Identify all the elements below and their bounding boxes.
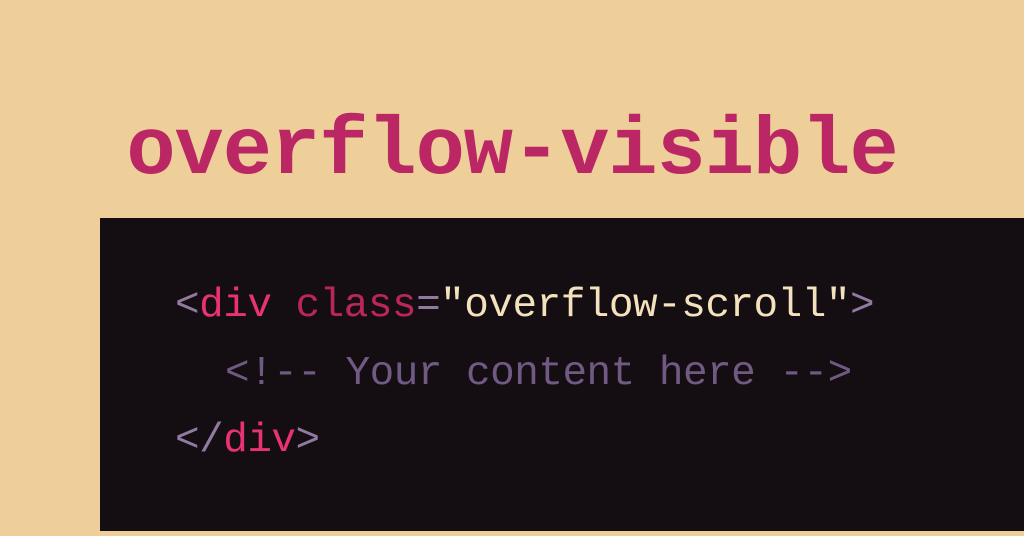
code-line-1: <div class="overflow-scroll">: [175, 273, 1019, 341]
bracket-open: <: [175, 283, 199, 329]
equals: =: [416, 283, 440, 329]
quote-open: ": [440, 283, 464, 329]
code-line-2: <!-- Your content here -->: [175, 341, 1019, 409]
tag-name: div: [199, 283, 271, 329]
attr-name: class: [296, 283, 417, 329]
bracket-close: >: [850, 283, 874, 329]
bracket-open: <: [175, 418, 199, 464]
attr-value: overflow-scroll: [464, 283, 826, 329]
comment: <!-- Your content here -->: [225, 351, 852, 397]
tag-name: div: [223, 418, 295, 464]
bracket-close: >: [296, 418, 320, 464]
space: [271, 283, 295, 329]
code-line-3: </div>: [175, 408, 1019, 476]
page-heading: overflow-visible: [0, 0, 1024, 218]
slash: /: [199, 418, 223, 464]
code-snippet: <div class="overflow-scroll"> <!-- Your …: [100, 218, 1024, 531]
quote-close: ": [826, 283, 850, 329]
